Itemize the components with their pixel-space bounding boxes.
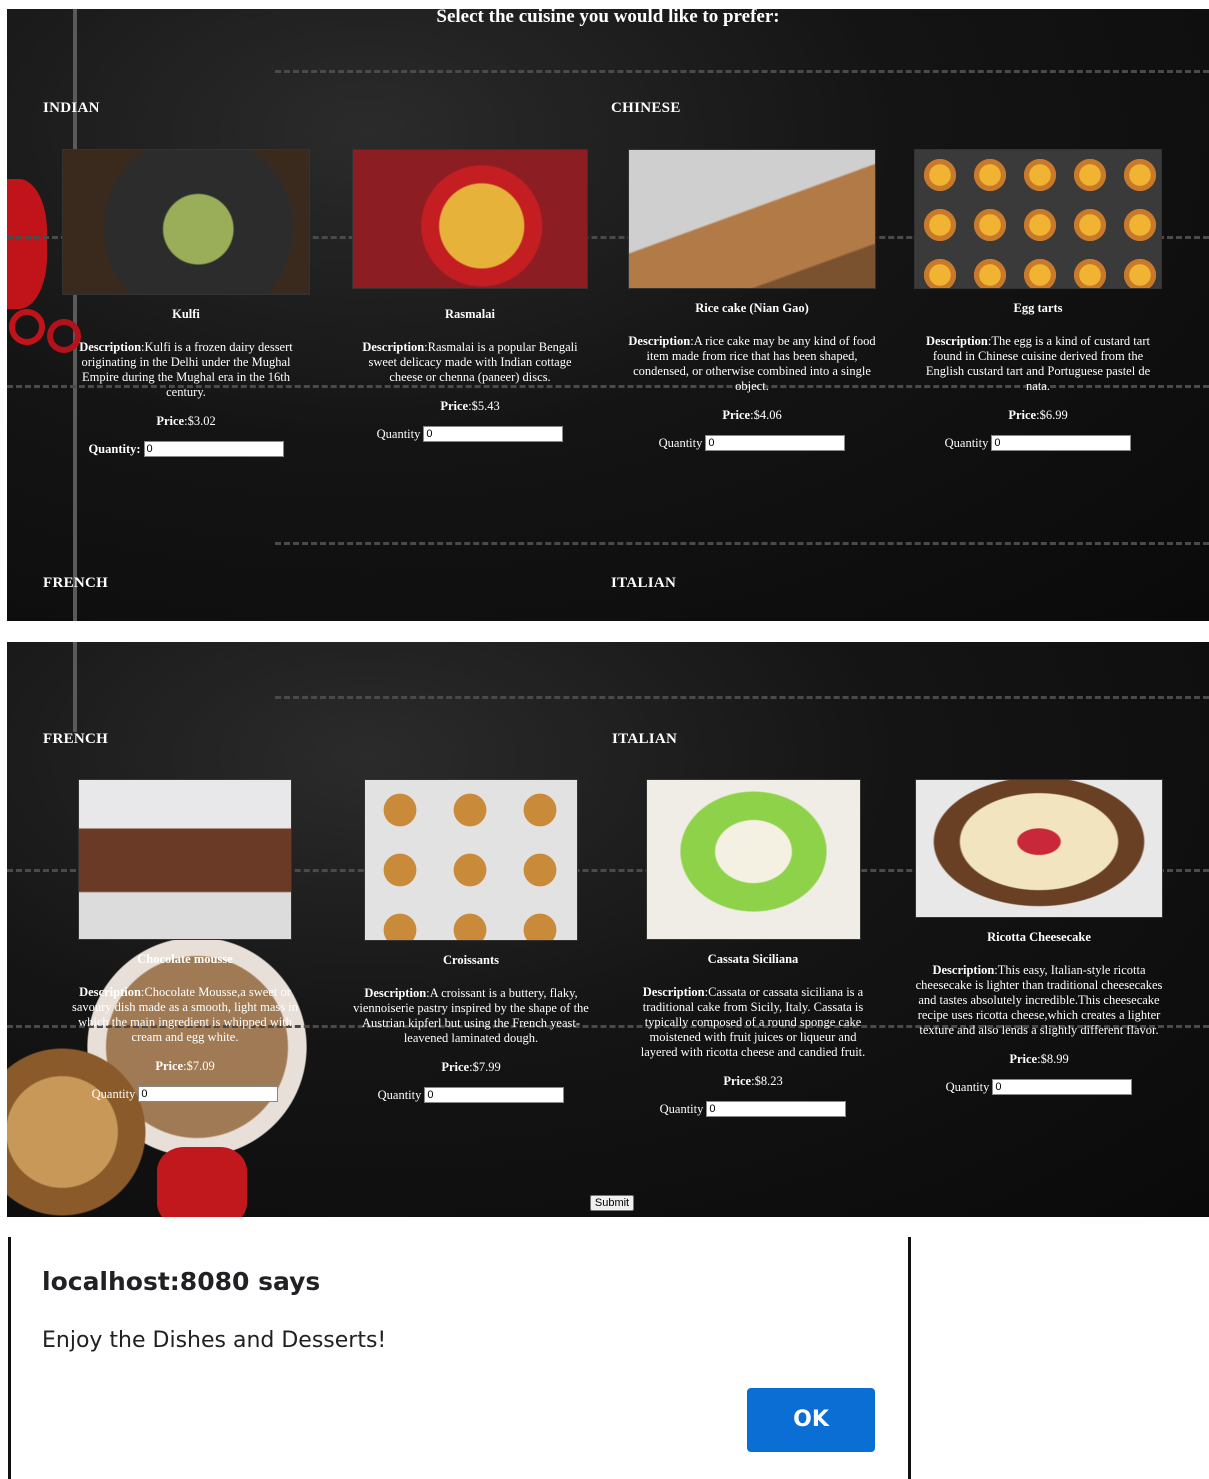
item-card-cassata: Cassata Siciliana Description:Cassata or… [633, 779, 873, 1117]
section-french: FRENCH [43, 575, 109, 591]
item-name: Kulfi [172, 307, 200, 321]
item-price: Price:$8.99 [1009, 1052, 1069, 1066]
item-name: Cassata Siciliana [707, 952, 799, 966]
item-name: Ricotta Cheesecake [987, 930, 1091, 944]
quantity-label: Quantity [944, 435, 989, 450]
quantity-input-egg-tarts[interactable] [991, 435, 1132, 451]
rasmalai-image [352, 149, 588, 289]
quantity-label: Quantity [945, 1079, 990, 1094]
croissants-image [364, 779, 578, 941]
quantity-input-chocolate-mousse[interactable] [138, 1086, 279, 1102]
quantity-row: Quantity: [62, 441, 310, 457]
item-description: Description:A croissant is a buttery, fl… [353, 986, 589, 1045]
quantity-label: Quantity [658, 435, 703, 450]
red-pepper-decoration [7, 179, 47, 309]
maple-leaf-decoration [157, 1147, 247, 1217]
item-description: Description:Cassata or cassata siciliana… [640, 985, 866, 1059]
section-italian: ITALIAN [611, 575, 677, 591]
item-card-ricotta-cheesecake: Ricotta Cheesecake Description:This easy… [914, 779, 1164, 1095]
quantity-label: Quantity [659, 1101, 704, 1116]
decorative-cord [73, 642, 77, 732]
quantity-input-kulfi[interactable] [143, 441, 284, 457]
quantity-row: Quantity [914, 435, 1162, 451]
item-card-egg-tarts: Egg tarts Description:The egg is a kind … [914, 149, 1162, 451]
dialog-title: localhost:8080 says [42, 1267, 321, 1296]
section-chinese: CHINESE [611, 100, 681, 116]
item-price: Price:$5.43 [440, 399, 500, 413]
dialog-message: Enjoy the Dishes and Desserts! [42, 1328, 387, 1353]
quantity-row: Quantity [914, 1079, 1164, 1095]
item-description: Description:Kulfi is a frozen dairy dess… [79, 340, 293, 399]
item-price: Price:$4.06 [722, 408, 782, 422]
alert-dialog: localhost:8080 says Enjoy the Dishes and… [8, 1237, 911, 1479]
menu-panel-bottom: FRENCH ITALIAN Chocolate mousse Descript… [7, 642, 1209, 1217]
item-card-chocolate-mousse: Chocolate mousse Description:Chocolate M… [64, 779, 306, 1102]
section-indian: INDIAN [43, 100, 100, 116]
item-card-rasmalai: Rasmalai Description:Rasmalai is a popul… [352, 149, 588, 442]
item-price: Price:$3.02 [156, 414, 216, 428]
section-french: FRENCH [43, 731, 109, 747]
item-card-rice-cake: Rice cake (Nian Gao) Description:A rice … [628, 149, 876, 451]
pepper-slice-decoration [9, 309, 45, 345]
quantity-row: Quantity [64, 1086, 306, 1102]
item-name: Chocolate mousse [137, 952, 233, 966]
item-price: Price:$7.99 [441, 1060, 501, 1074]
egg-tarts-image [914, 149, 1162, 289]
item-name: Rice cake (Nian Gao) [695, 301, 809, 315]
page-title: Select the cuisine you would like to pre… [436, 9, 780, 27]
quantity-input-rasmalai[interactable] [423, 426, 564, 442]
quantity-label: Quantity: [88, 441, 141, 456]
item-card-croissants: Croissants Description:A croissant is a … [353, 779, 589, 1103]
item-name: Rasmalai [445, 307, 495, 321]
divider [275, 70, 1209, 73]
menu-panel-top: Select the cuisine you would like to pre… [7, 9, 1209, 621]
item-name: Croissants [442, 953, 500, 967]
quantity-row: Quantity [353, 1087, 589, 1103]
quantity-row: Quantity [633, 1101, 873, 1117]
item-price: Price:$8.23 [723, 1074, 783, 1088]
item-price: Price:$7.09 [155, 1059, 215, 1073]
item-description: Description:The egg is a kind of custard… [925, 334, 1151, 393]
item-price: Price:$6.99 [1008, 408, 1068, 422]
submit-button[interactable]: Submit [590, 1195, 634, 1211]
section-italian: ITALIAN [612, 731, 678, 747]
quantity-label: Quantity [376, 426, 421, 441]
item-description: Description:Chocolate Mousse,a sweet or … [71, 985, 299, 1044]
quantity-row: Quantity [628, 435, 876, 451]
item-name: Egg tarts [1013, 301, 1063, 315]
ok-button[interactable]: OK [747, 1388, 875, 1452]
quantity-row: Quantity [352, 426, 588, 442]
ricotta-cheesecake-image [915, 779, 1163, 918]
divider [275, 696, 1209, 699]
divider [275, 542, 1209, 545]
quantity-input-ricotta-cheesecake[interactable] [992, 1079, 1133, 1095]
item-description: Description:This easy, Italian-style ric… [915, 963, 1163, 1037]
quantity-input-cassata[interactable] [706, 1101, 847, 1117]
item-card-kulfi: Kulfi Description:Kulfi is a frozen dair… [62, 149, 310, 457]
quantity-input-croissants[interactable] [424, 1087, 565, 1103]
quantity-input-rice-cake[interactable] [705, 435, 846, 451]
quantity-label: Quantity [377, 1087, 422, 1102]
item-description: Description:A rice cake may be any kind … [628, 334, 876, 393]
cassata-image [645, 779, 861, 940]
rice-cake-image [628, 149, 876, 289]
chocolate-mousse-image [78, 779, 292, 940]
quantity-label: Quantity [91, 1086, 136, 1101]
item-description: Description:Rasmalai is a popular Bengal… [362, 340, 578, 384]
kulfi-image [62, 149, 310, 295]
